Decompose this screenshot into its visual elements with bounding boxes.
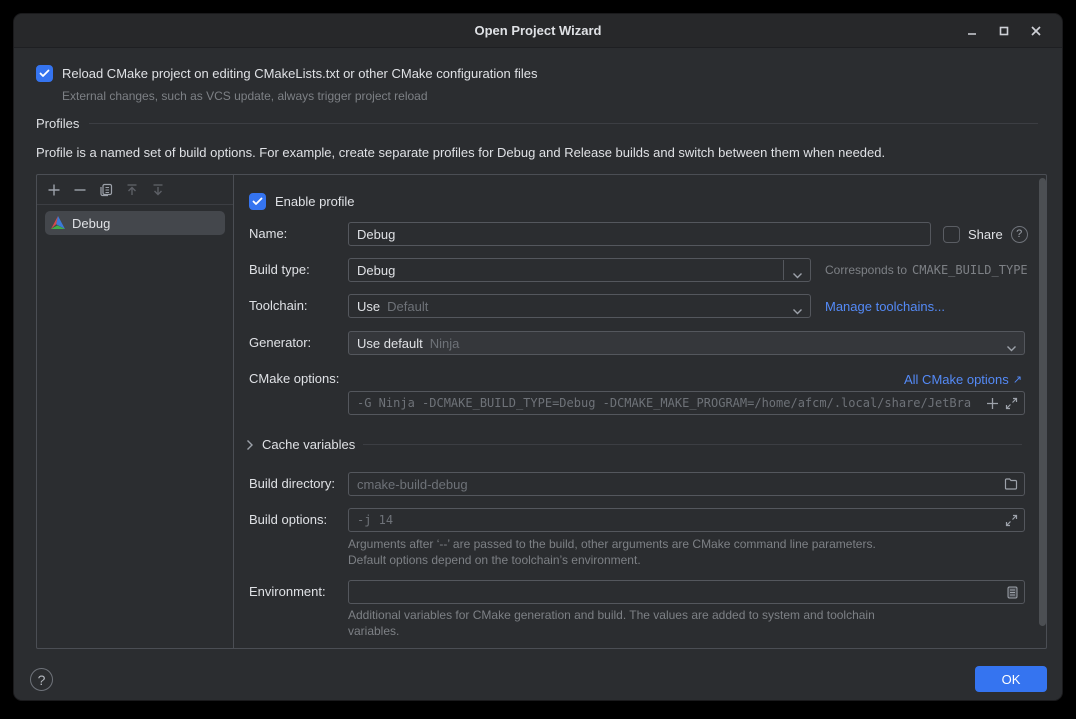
reload-cmake-row: Reload CMake project on editing CMakeLis… [36,65,537,82]
expand-field-icon[interactable] [1005,397,1018,410]
window-controls [956,14,1052,47]
title-bar: Open Project Wizard [14,14,1062,48]
share-checkbox[interactable] [943,226,960,243]
folder-icon[interactable] [1004,478,1018,490]
profiles-description: Profile is a named set of build options.… [36,145,885,160]
profiles-list-pane: Debug [37,175,234,648]
generator-select[interactable]: Use default Ninja [348,331,1025,355]
enable-profile-checkbox[interactable] [249,193,266,210]
share-row: Share ? [943,222,1028,246]
reload-cmake-label: Reload CMake project on editing CMakeLis… [62,66,537,81]
external-link-icon: ↗ [1013,373,1022,386]
remove-profile-icon[interactable] [72,182,88,198]
profiles-panel: Debug Enable profile Name: Share [36,174,1047,649]
profile-form-pane: Enable profile Name: Share ? Build type:… [235,175,1046,648]
maximize-icon[interactable] [988,14,1020,47]
share-label: Share [968,227,1003,242]
profiles-toolbar [37,175,233,205]
chevron-down-icon [792,267,803,282]
build-directory-label: Build directory: [249,472,335,496]
build-options-label: Build options: [249,508,327,532]
header-divider [89,123,1038,124]
window-title: Open Project Wizard [474,23,601,38]
add-option-icon[interactable] [986,397,999,410]
build-type-hint-text: Corresponds to [825,263,907,277]
ok-button[interactable]: OK [975,666,1047,692]
name-label: Name: [249,222,287,246]
expand-field-icon[interactable] [1005,514,1018,527]
cmake-icon [50,215,66,231]
environment-hint: Additional variables for CMake generatio… [348,607,923,639]
environment-input[interactable] [348,580,1025,604]
toolchain-label: Toolchain: [249,294,308,318]
all-cmake-options-text: All CMake options [904,372,1009,387]
name-input[interactable] [348,222,931,246]
form-scrollbar[interactable] [1039,178,1046,626]
add-profile-icon[interactable] [46,182,62,198]
build-type-hint-code: CMAKE_BUILD_TYPE [912,263,1028,277]
cache-variables-row[interactable]: Cache variables [246,437,1022,452]
generator-label: Generator: [249,331,311,355]
minimize-icon[interactable] [956,14,988,47]
enable-profile-row: Enable profile [249,193,355,210]
dialog-body: Reload CMake project on editing CMakeLis… [14,48,1062,700]
close-icon[interactable] [1020,14,1052,47]
reload-cmake-checkbox[interactable] [36,65,53,82]
build-options-input[interactable]: -j 14 [348,508,1025,532]
chevron-down-icon [1006,340,1017,355]
profiles-header-row: Profiles [36,116,1038,131]
copy-profile-icon[interactable] [98,182,114,198]
cmake-options-input[interactable]: -G Ninja -DCMAKE_BUILD_TYPE=Debug -DCMAK… [348,391,1025,415]
build-directory-value: cmake-build-debug [357,477,468,492]
generator-value-prefix: Use default [357,336,423,351]
combo-separator [783,260,784,280]
build-type-hint: Corresponds to CMAKE_BUILD_TYPE [825,258,1028,282]
toolchain-value-prefix: Use [357,299,380,314]
toolchain-value: Default [387,299,428,314]
profile-list-item-debug[interactable]: Debug [45,211,225,235]
move-down-icon[interactable] [150,182,166,198]
profile-item-label: Debug [72,216,110,231]
all-cmake-options-link[interactable]: All CMake options ↗ [904,367,1022,391]
open-project-wizard-dialog: Open Project Wizard Reload CMake project… [14,14,1062,700]
dialog-help-icon[interactable]: ? [30,668,53,691]
env-variables-icon[interactable] [1007,586,1018,599]
chevron-down-icon [792,303,803,318]
share-help-icon[interactable]: ? [1011,226,1028,243]
build-options-value: -j 14 [357,513,393,527]
build-type-select[interactable]: Debug [348,258,811,282]
chevron-right-icon [246,439,254,451]
move-up-icon[interactable] [124,182,140,198]
cache-variables-label: Cache variables [262,437,355,452]
build-type-label: Build type: [249,258,310,282]
enable-profile-label: Enable profile [275,194,355,209]
cmake-options-label: CMake options: [249,367,339,391]
profiles-header: Profiles [36,116,79,131]
environment-label: Environment: [249,580,326,604]
manage-toolchains-link[interactable]: Manage toolchains... [825,299,945,314]
build-options-hint-2: Default options depend on the toolchain’… [348,553,641,567]
build-options-hint-1: Arguments after ‘--’ are passed to the b… [348,537,876,551]
cache-variables-divider [363,444,1022,445]
toolchain-select[interactable]: Use Default [348,294,811,318]
reload-cmake-hint: External changes, such as VCS update, al… [62,89,428,103]
build-directory-input[interactable]: cmake-build-debug [348,472,1025,496]
cmake-options-value: -G Ninja -DCMAKE_BUILD_TYPE=Debug -DCMAK… [357,396,972,410]
generator-value: Ninja [430,336,460,351]
build-type-value: Debug [357,263,395,278]
